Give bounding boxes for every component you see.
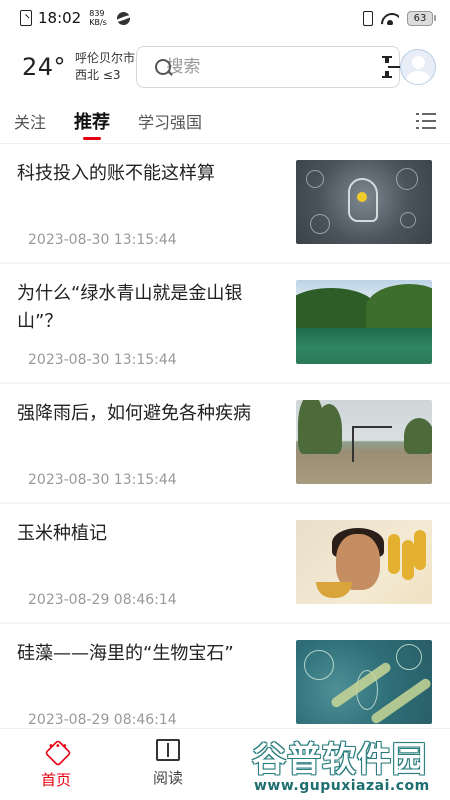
watermark: 谷普软件园 www.gupuxiazai.com [248,732,450,800]
city-name: 呼伦贝尔市 [75,51,136,65]
item-title: 科技投入的账不能这样算 [17,163,215,184]
battery-level: 63 [407,10,433,26]
nav-read[interactable]: 阅读 [112,729,224,800]
flooded-street-image [296,400,432,484]
net-speed-value: 839 [89,9,105,18]
watermark-url: www.gupuxiazai.com [250,776,448,796]
net-speed-unit: KB/s [89,18,107,27]
wind-info: 西北 ≤3 [75,68,121,82]
item-title: 强降雨后，如何避免各种疾病 [17,403,251,424]
list-item[interactable]: 为什么“绿水青山就是金山银山”？ 2023-08-30 13:15:44 [0,264,450,382]
weather-info[interactable]: 呼伦贝尔市 西北 ≤3 [75,50,136,84]
search-input[interactable] [166,57,386,77]
item-date: 2023-08-30 13:15:44 [28,232,177,248]
net-speed: 839 KB/s [89,9,107,27]
header: 24° 呼伦贝尔市 西北 ≤3 [0,36,450,98]
search-box[interactable] [136,46,405,88]
clock: 18:02 [38,9,82,27]
green-lake-image [296,280,432,364]
battery-tip [434,15,436,21]
corn-painting-image [296,520,432,604]
temperature[interactable]: 24° [22,53,66,81]
item-title: 硅藻——海里的“生物宝石” [17,643,234,664]
nav-home-label: 首页 [40,771,71,789]
tab-bar: 关注 推荐 学习强国 [0,98,450,144]
item-date: 2023-08-29 08:46:14 [28,592,177,608]
item-date: 2023-08-29 08:46:14 [28,712,177,728]
item-date: 2023-08-30 13:15:44 [28,352,177,368]
diatom-image [296,640,432,724]
tab-xuexi-qiangguo[interactable]: 学习强国 [138,98,202,144]
list-item[interactable]: 玉米种植记 2023-08-29 08:46:14 [0,504,450,622]
book-icon [156,739,180,761]
status-left: 18:02 839 KB/s [20,9,130,27]
item-title: 为什么“绿水青山就是金山银山”？ [17,283,243,332]
tech-brain-image [296,160,432,244]
channel-menu-icon[interactable] [416,112,436,129]
list-item[interactable]: 硅藻——海里的“生物宝石” 2023-08-29 08:46:14 [0,624,450,728]
nav-read-label: 阅读 [152,769,183,787]
tab-follow[interactable]: 关注 [14,98,46,144]
avatar[interactable] [400,49,436,85]
tab-recommend[interactable]: 推荐 [74,98,110,144]
news-feed[interactable]: 科技投入的账不能这样算 2023-08-30 13:15:44 为什么“绿水青山… [0,144,450,728]
status-bar: 18:02 839 KB/s 63 [0,0,450,36]
list-item[interactable]: 强降雨后，如何避免各种疾病 2023-08-30 13:15:44 [0,384,450,502]
scan-icon[interactable] [382,56,405,78]
search-icon [155,58,172,76]
sim-off-icon [20,10,32,26]
item-date: 2023-08-30 13:15:44 [28,472,177,488]
planet-icon [116,11,130,25]
battery-icon: 63 [407,10,436,26]
item-title: 玉米种植记 [17,523,107,544]
watermark-title: 谷普软件园 [252,740,427,780]
home-icon [42,739,70,763]
list-item[interactable]: 科技投入的账不能这样算 2023-08-30 13:15:44 [0,144,450,262]
status-right: 63 [363,10,436,26]
wifi-icon [381,11,399,25]
vibrate-icon [363,10,373,26]
nav-home[interactable]: 首页 [0,729,112,800]
